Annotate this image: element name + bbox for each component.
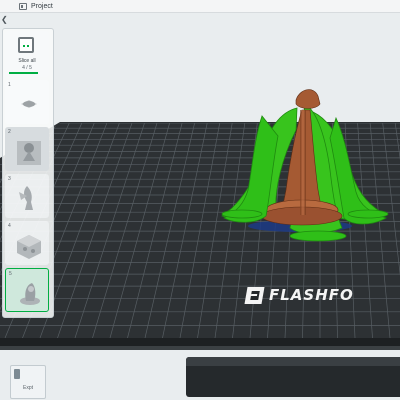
slice-icon	[18, 37, 34, 53]
slice-all-label: Slice all	[18, 58, 36, 64]
project-tab-label[interactable]: Project	[31, 3, 53, 10]
plate-item[interactable]: 2	[5, 127, 49, 171]
bed-brand-text: FLASHFO	[269, 286, 354, 304]
plate-item[interactable]: 4	[5, 221, 49, 265]
plate-number: 2	[8, 129, 11, 135]
plate-number: 4	[8, 223, 11, 229]
flashforge-logo-icon	[244, 286, 265, 304]
plate-number: 1	[8, 82, 11, 88]
plate-thumbnail	[20, 283, 40, 305]
bottom-panel-label: Expt	[23, 385, 34, 391]
plate-item[interactable]: 3	[5, 174, 49, 218]
plate-item[interactable]: 5	[5, 268, 49, 312]
plate-number: 5	[9, 271, 12, 277]
slice-all-count: 4 / 5	[22, 65, 32, 71]
plate-list-panel: Slice all 4 / 5 1 2 3 4 5	[2, 28, 54, 318]
title-bar: Project	[0, 0, 400, 13]
bed-brand-logo: FLASHFO	[244, 286, 354, 304]
3d-viewport[interactable]: FLASHFO	[0, 13, 400, 400]
chevron-left-icon[interactable]: ❮	[1, 15, 11, 25]
plate-thumbnail	[21, 100, 37, 108]
plate-number: 3	[8, 176, 11, 182]
slice-progress-bar	[9, 72, 38, 74]
build-plate-scene	[0, 89, 400, 350]
project-icon	[19, 2, 27, 10]
printer-bed-edge	[186, 357, 400, 397]
plate-thumbnail	[19, 186, 33, 210]
object-icon	[14, 369, 20, 379]
plate-item[interactable]: 1	[5, 80, 49, 124]
plate-thumbnail	[17, 141, 41, 165]
bottom-panel-button[interactable]: Expt	[10, 365, 46, 399]
plate-thumbnail	[17, 235, 41, 259]
slice-all-button[interactable]: Slice all 4 / 5	[5, 31, 49, 77]
